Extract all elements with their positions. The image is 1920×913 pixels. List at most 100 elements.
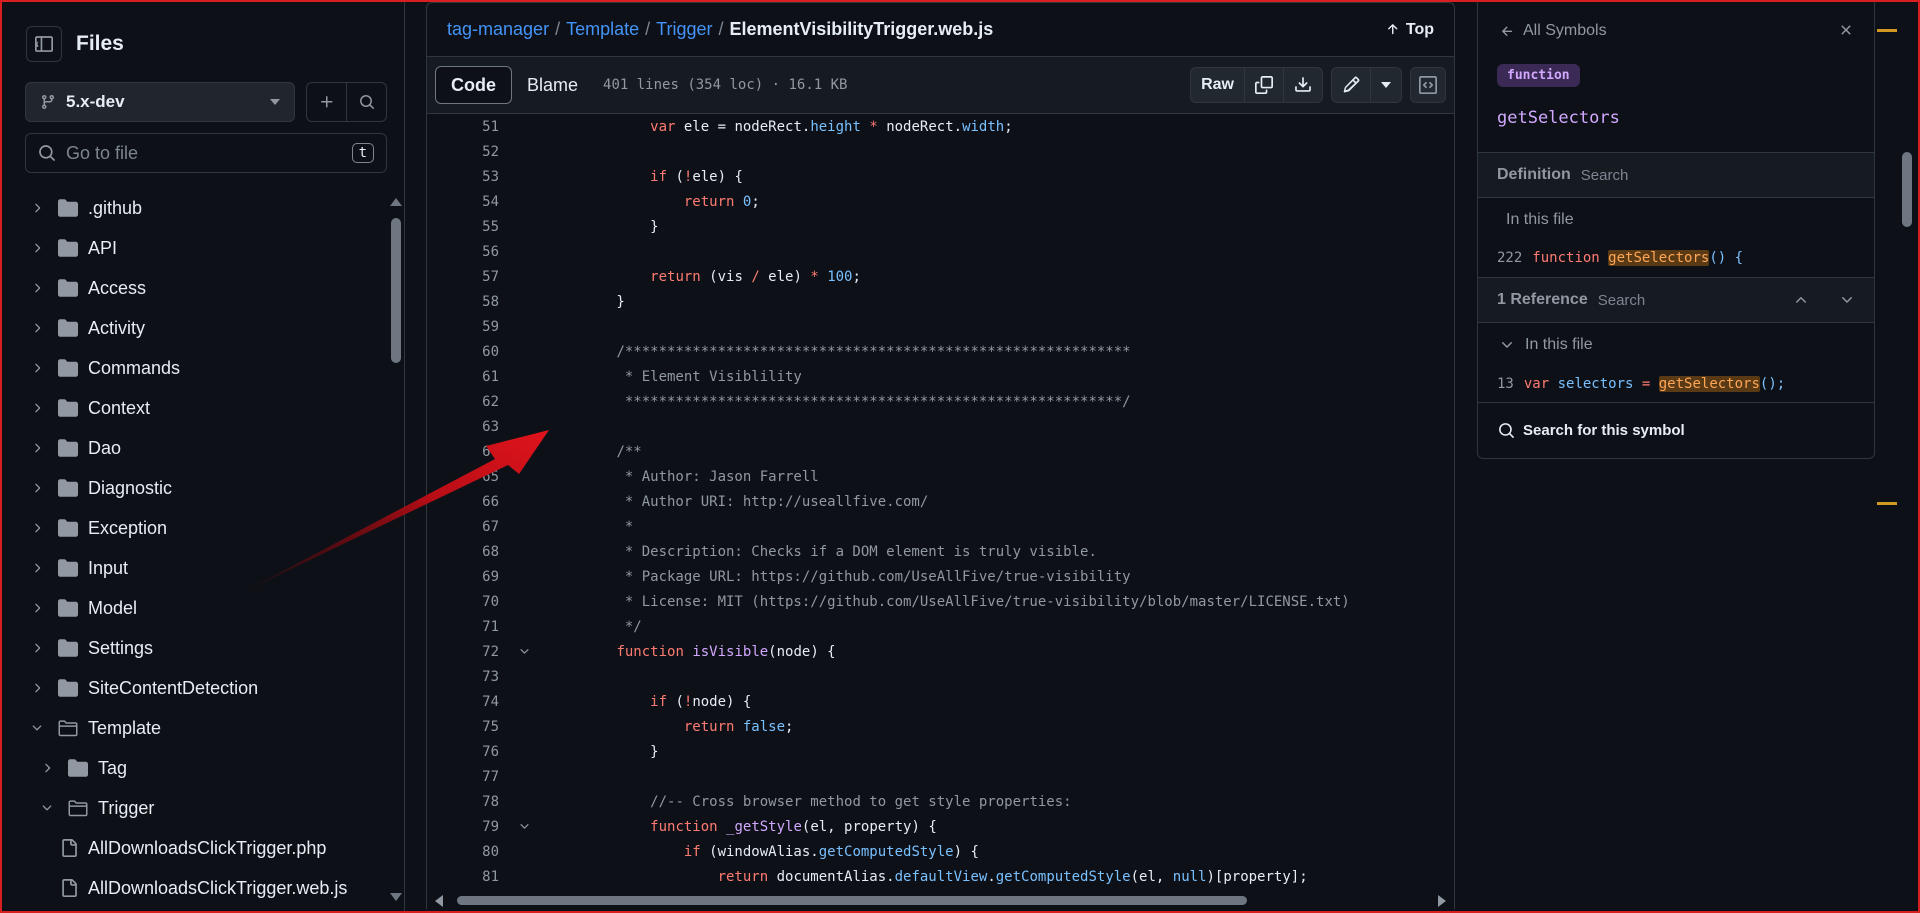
tree-file[interactable]: AllDownloadsClickTrigger.web.js [22, 868, 382, 908]
top-button[interactable]: Top [1385, 21, 1434, 39]
chevron-right-icon[interactable] [22, 601, 52, 615]
tree-folder[interactable]: Tag [22, 748, 382, 788]
tree-folder[interactable]: Exception [22, 508, 382, 548]
line-number[interactable]: 63 [427, 419, 499, 435]
tree-folder[interactable]: Template [22, 708, 382, 748]
code-line[interactable]: 79 function _getStyle(el, property) { [427, 814, 1454, 839]
tree-folder[interactable]: Diagnostic [22, 468, 382, 508]
code-line[interactable]: 64 /** [427, 439, 1454, 464]
tree-folder[interactable]: SiteContentDetection [22, 668, 382, 708]
chevron-down-icon[interactable] [32, 801, 62, 815]
breadcrumb-repo[interactable]: tag-manager [447, 19, 549, 40]
add-file-button[interactable] [307, 83, 347, 121]
line-number[interactable]: 68 [427, 544, 499, 560]
code-line[interactable]: 51 var ele = nodeRect.height * nodeRect.… [427, 114, 1454, 139]
code-line[interactable]: 55 } [427, 214, 1454, 239]
code-line[interactable]: 74 if (!node) { [427, 689, 1454, 714]
fold-chevron-icon[interactable] [499, 820, 549, 833]
tree-folder[interactable]: Context [22, 388, 382, 428]
chevron-right-icon[interactable] [22, 401, 52, 415]
line-number[interactable]: 57 [427, 269, 499, 285]
definition-result[interactable]: 222 function getSelectors () { [1497, 250, 1743, 266]
line-number[interactable]: 62 [427, 394, 499, 410]
code-line[interactable]: 68 * Description: Checks if a DOM elemen… [427, 539, 1454, 564]
search-symbol-button[interactable]: Search for this symbol [1478, 402, 1874, 458]
line-number[interactable]: 55 [427, 219, 499, 235]
line-number[interactable]: 58 [427, 294, 499, 310]
line-number[interactable]: 51 [427, 119, 499, 135]
chevron-right-icon[interactable] [22, 481, 52, 495]
go-to-file-input[interactable] [66, 142, 352, 164]
code-line[interactable]: 52 [427, 139, 1454, 164]
code-line[interactable]: 73 [427, 664, 1454, 689]
all-symbols-link[interactable]: All Symbols [1500, 22, 1607, 40]
copy-raw-button[interactable] [1245, 68, 1284, 102]
fold-chevron-icon[interactable] [499, 645, 549, 658]
code-lines[interactable]: 51 var ele = nodeRect.height * nodeRect.… [426, 114, 1455, 891]
close-panel-button[interactable] [1838, 22, 1854, 43]
code-line[interactable]: 75 return false; [427, 714, 1454, 739]
chevron-right-icon[interactable] [22, 361, 52, 375]
page-scrollbar[interactable] [1898, 2, 1916, 911]
search-code-button[interactable] [347, 83, 386, 121]
line-number[interactable]: 69 [427, 569, 499, 585]
chevron-down-icon[interactable] [22, 721, 52, 735]
line-number[interactable]: 72 [427, 644, 499, 660]
line-number[interactable]: 77 [427, 769, 499, 785]
code-line[interactable]: 58 } [427, 289, 1454, 314]
code-line[interactable]: 71 */ [427, 614, 1454, 639]
scroll-right-icon[interactable] [1438, 895, 1446, 907]
code-line[interactable]: 66 * Author URI: http://useallfive.com/ [427, 489, 1454, 514]
references-search-link[interactable]: Search [1598, 292, 1646, 309]
line-number[interactable]: 61 [427, 369, 499, 385]
scroll-left-icon[interactable] [435, 895, 443, 907]
line-number[interactable]: 52 [427, 144, 499, 160]
code-line[interactable]: 63 [427, 414, 1454, 439]
tree-folder[interactable]: .github [22, 188, 382, 228]
tree-folder[interactable]: API [22, 228, 382, 268]
tab-blame[interactable]: Blame [512, 66, 593, 104]
line-number[interactable]: 67 [427, 519, 499, 535]
chevron-up-icon[interactable] [1793, 292, 1809, 308]
line-number[interactable]: 79 [427, 819, 499, 835]
tree-folder[interactable]: Access [22, 268, 382, 308]
line-number[interactable]: 74 [427, 694, 499, 710]
chevron-right-icon[interactable] [22, 641, 52, 655]
reference-in-file[interactable]: In this file [1499, 336, 1593, 354]
edit-button[interactable] [1332, 68, 1371, 102]
scroll-up-icon[interactable] [390, 198, 402, 206]
code-line[interactable]: 67 * [427, 514, 1454, 539]
tree-folder[interactable]: Dao [22, 428, 382, 468]
tree-folder[interactable]: Trigger [22, 788, 382, 828]
line-number[interactable]: 80 [427, 844, 499, 860]
code-line[interactable]: 62 *************************************… [427, 389, 1454, 414]
code-line[interactable]: 69 * Package URL: https://github.com/Use… [427, 564, 1454, 589]
raw-button[interactable]: Raw [1191, 68, 1245, 102]
code-line[interactable]: 80 if (windowAlias.getComputedStyle) { [427, 839, 1454, 864]
scrollbar-thumb[interactable] [457, 896, 1247, 905]
scrollbar-thumb[interactable] [1902, 152, 1912, 227]
collapse-sidebar-button[interactable] [26, 26, 62, 62]
chevron-right-icon[interactable] [32, 761, 62, 775]
line-number[interactable]: 53 [427, 169, 499, 185]
definition-search-link[interactable]: Search [1581, 167, 1629, 184]
line-number[interactable]: 81 [427, 869, 499, 885]
sidebar-scrollbar[interactable] [388, 192, 404, 907]
line-number[interactable]: 66 [427, 494, 499, 510]
line-number[interactable]: 70 [427, 594, 499, 610]
tab-code[interactable]: Code [435, 66, 512, 104]
code-line[interactable]: 76 } [427, 739, 1454, 764]
reference-result[interactable]: 13 var selectors = getSelectors (); [1497, 376, 1785, 392]
line-number[interactable]: 75 [427, 719, 499, 735]
code-line[interactable]: 54 return 0; [427, 189, 1454, 214]
code-line[interactable]: 53 if (!ele) { [427, 164, 1454, 189]
line-number[interactable]: 78 [427, 794, 499, 810]
code-line[interactable]: 77 [427, 764, 1454, 789]
line-number[interactable]: 60 [427, 344, 499, 360]
chevron-right-icon[interactable] [22, 281, 52, 295]
breadcrumb-template[interactable]: Template [566, 19, 639, 40]
code-line[interactable]: 56 [427, 239, 1454, 264]
code-line[interactable]: 78 //-- Cross browser method to get styl… [427, 789, 1454, 814]
chevron-right-icon[interactable] [22, 241, 52, 255]
code-line[interactable]: 81 return documentAlias.defaultView.getC… [427, 864, 1454, 889]
